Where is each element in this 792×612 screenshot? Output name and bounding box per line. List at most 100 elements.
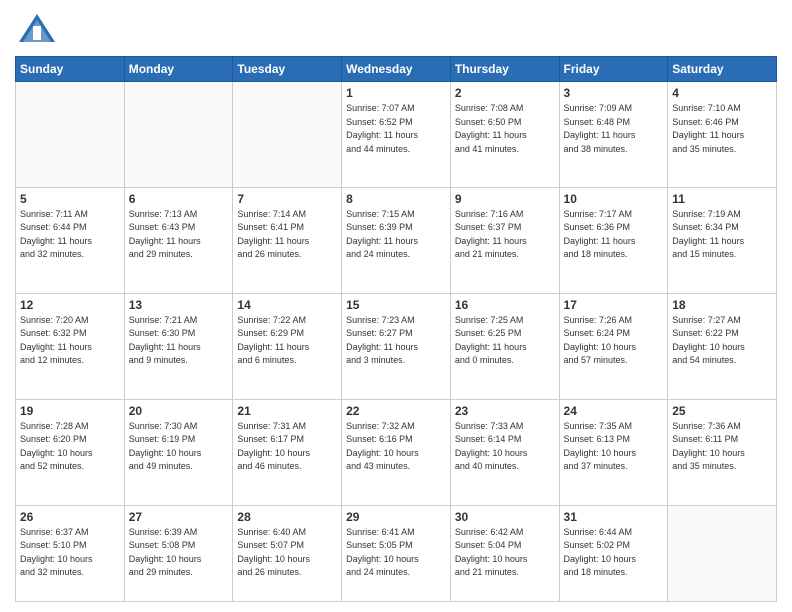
day-info: Sunrise: 7:17 AM Sunset: 6:36 PM Dayligh… — [564, 208, 664, 262]
day-info: Sunrise: 7:30 AM Sunset: 6:19 PM Dayligh… — [129, 420, 229, 474]
day-info: Sunrise: 7:26 AM Sunset: 6:24 PM Dayligh… — [564, 314, 664, 368]
calendar-day-cell — [124, 82, 233, 188]
calendar-day-cell: 20 Sunrise: 7:30 AM Sunset: 6:19 PM Dayli… — [124, 399, 233, 505]
day-info: Sunrise: 7:32 AM Sunset: 6:16 PM Dayligh… — [346, 420, 446, 474]
day-info: Sunrise: 7:14 AM Sunset: 6:41 PM Dayligh… — [237, 208, 337, 262]
calendar-day-cell: 31Sunrise: 6:44 AM Sunset: 5:02 PM Dayli… — [559, 505, 668, 601]
day-info: Sunrise: 7:13 AM Sunset: 6:43 PM Dayligh… — [129, 208, 229, 262]
day-of-week-header: Monday — [124, 57, 233, 82]
day-number: 13 — [129, 298, 229, 312]
calendar-day-cell: 16Sunrise: 7:25 AM Sunset: 6:25 PM Dayli… — [450, 293, 559, 399]
calendar-week-row: 26 Sunrise: 6:37 AM Sunset: 5:10 PM Dayli… — [16, 505, 777, 601]
calendar-day-cell: 10 Sunrise: 7:17 AM Sunset: 6:36 PM Dayli… — [559, 187, 668, 293]
day-number: 30 — [455, 510, 555, 524]
day-number: 23 — [455, 404, 555, 418]
calendar-day-cell: 13 Sunrise: 7:21 AM Sunset: 6:30 PM Dayli… — [124, 293, 233, 399]
day-info: Sunrise: 6:37 AM Sunset: 5:10 PM Dayligh… — [20, 526, 120, 580]
day-number: 14 — [237, 298, 337, 312]
calendar-day-cell: 24Sunrise: 7:35 AM Sunset: 6:13 PM Dayli… — [559, 399, 668, 505]
day-info: Sunrise: 6:40 AM Sunset: 5:07 PM Dayligh… — [237, 526, 337, 580]
day-info: Sunrise: 7:36 AM Sunset: 6:11 PM Dayligh… — [672, 420, 772, 474]
day-number: 3 — [564, 86, 664, 100]
day-info: Sunrise: 7:19 AM Sunset: 6:34 PM Dayligh… — [672, 208, 772, 262]
day-of-week-header: Tuesday — [233, 57, 342, 82]
day-of-week-header: Sunday — [16, 57, 125, 82]
day-of-week-header: Thursday — [450, 57, 559, 82]
calendar-day-cell: 26 Sunrise: 6:37 AM Sunset: 5:10 PM Dayli… — [16, 505, 125, 601]
day-number: 16 — [455, 298, 555, 312]
day-info: Sunrise: 7:15 AM Sunset: 6:39 PM Dayligh… — [346, 208, 446, 262]
calendar-day-cell: 8Sunrise: 7:15 AM Sunset: 6:39 PM Daylig… — [342, 187, 451, 293]
calendar-day-cell: 19 Sunrise: 7:28 AM Sunset: 6:20 PM Dayli… — [16, 399, 125, 505]
calendar-day-cell: 30 Sunrise: 6:42 AM Sunset: 5:04 PM Dayli… — [450, 505, 559, 601]
day-number: 25 — [672, 404, 772, 418]
calendar-day-cell: 18Sunrise: 7:27 AM Sunset: 6:22 PM Dayli… — [668, 293, 777, 399]
day-number: 17 — [564, 298, 664, 312]
logo-icon — [15, 10, 59, 48]
calendar-header-row: SundayMondayTuesdayWednesdayThursdayFrid… — [16, 57, 777, 82]
logo — [15, 10, 63, 48]
calendar-day-cell: 9 Sunrise: 7:16 AM Sunset: 6:37 PM Daylig… — [450, 187, 559, 293]
day-info: Sunrise: 7:27 AM Sunset: 6:22 PM Dayligh… — [672, 314, 772, 368]
calendar-day-cell — [16, 82, 125, 188]
calendar-day-cell: 27 Sunrise: 6:39 AM Sunset: 5:08 PM Dayli… — [124, 505, 233, 601]
calendar-week-row: 5Sunrise: 7:11 AM Sunset: 6:44 PM Daylig… — [16, 187, 777, 293]
day-number: 26 — [20, 510, 120, 524]
calendar-day-cell: 21 Sunrise: 7:31 AM Sunset: 6:17 PM Dayli… — [233, 399, 342, 505]
day-info: Sunrise: 7:08 AM Sunset: 6:50 PM Dayligh… — [455, 102, 555, 156]
calendar-day-cell: 7 Sunrise: 7:14 AM Sunset: 6:41 PM Daylig… — [233, 187, 342, 293]
calendar-day-cell: 5Sunrise: 7:11 AM Sunset: 6:44 PM Daylig… — [16, 187, 125, 293]
calendar: SundayMondayTuesdayWednesdayThursdayFrid… — [15, 56, 777, 602]
day-number: 1 — [346, 86, 446, 100]
day-number: 28 — [237, 510, 337, 524]
day-info: Sunrise: 7:07 AM Sunset: 6:52 PM Dayligh… — [346, 102, 446, 156]
day-info: Sunrise: 6:42 AM Sunset: 5:04 PM Dayligh… — [455, 526, 555, 580]
day-number: 5 — [20, 192, 120, 206]
calendar-day-cell: 17 Sunrise: 7:26 AM Sunset: 6:24 PM Dayli… — [559, 293, 668, 399]
calendar-day-cell: 6 Sunrise: 7:13 AM Sunset: 6:43 PM Daylig… — [124, 187, 233, 293]
day-of-week-header: Wednesday — [342, 57, 451, 82]
day-number: 11 — [672, 192, 772, 206]
calendar-day-cell: 12 Sunrise: 7:20 AM Sunset: 6:32 PM Dayli… — [16, 293, 125, 399]
calendar-day-cell: 2 Sunrise: 7:08 AM Sunset: 6:50 PM Daylig… — [450, 82, 559, 188]
day-number: 2 — [455, 86, 555, 100]
calendar-day-cell — [668, 505, 777, 601]
calendar-day-cell: 4 Sunrise: 7:10 AM Sunset: 6:46 PM Daylig… — [668, 82, 777, 188]
day-info: Sunrise: 6:41 AM Sunset: 5:05 PM Dayligh… — [346, 526, 446, 580]
calendar-day-cell: 29Sunrise: 6:41 AM Sunset: 5:05 PM Dayli… — [342, 505, 451, 601]
day-number: 20 — [129, 404, 229, 418]
day-number: 7 — [237, 192, 337, 206]
day-number: 12 — [20, 298, 120, 312]
day-number: 15 — [346, 298, 446, 312]
day-number: 4 — [672, 86, 772, 100]
day-info: Sunrise: 7:10 AM Sunset: 6:46 PM Dayligh… — [672, 102, 772, 156]
day-info: Sunrise: 6:44 AM Sunset: 5:02 PM Dayligh… — [564, 526, 664, 580]
day-of-week-header: Saturday — [668, 57, 777, 82]
calendar-day-cell: 11 Sunrise: 7:19 AM Sunset: 6:34 PM Dayli… — [668, 187, 777, 293]
calendar-week-row: 1 Sunrise: 7:07 AM Sunset: 6:52 PM Daylig… — [16, 82, 777, 188]
day-info: Sunrise: 6:39 AM Sunset: 5:08 PM Dayligh… — [129, 526, 229, 580]
calendar-week-row: 12 Sunrise: 7:20 AM Sunset: 6:32 PM Dayli… — [16, 293, 777, 399]
day-number: 27 — [129, 510, 229, 524]
page: SundayMondayTuesdayWednesdayThursdayFrid… — [0, 0, 792, 612]
calendar-day-cell: 15Sunrise: 7:23 AM Sunset: 6:27 PM Dayli… — [342, 293, 451, 399]
day-number: 9 — [455, 192, 555, 206]
calendar-day-cell: 23 Sunrise: 7:33 AM Sunset: 6:14 PM Dayli… — [450, 399, 559, 505]
day-number: 6 — [129, 192, 229, 206]
header — [15, 10, 777, 48]
day-info: Sunrise: 7:16 AM Sunset: 6:37 PM Dayligh… — [455, 208, 555, 262]
day-info: Sunrise: 7:35 AM Sunset: 6:13 PM Dayligh… — [564, 420, 664, 474]
day-number: 19 — [20, 404, 120, 418]
day-number: 10 — [564, 192, 664, 206]
calendar-day-cell: 28 Sunrise: 6:40 AM Sunset: 5:07 PM Dayli… — [233, 505, 342, 601]
day-number: 22 — [346, 404, 446, 418]
day-of-week-header: Friday — [559, 57, 668, 82]
day-info: Sunrise: 7:21 AM Sunset: 6:30 PM Dayligh… — [129, 314, 229, 368]
day-info: Sunrise: 7:20 AM Sunset: 6:32 PM Dayligh… — [20, 314, 120, 368]
day-info: Sunrise: 7:28 AM Sunset: 6:20 PM Dayligh… — [20, 420, 120, 474]
day-info: Sunrise: 7:33 AM Sunset: 6:14 PM Dayligh… — [455, 420, 555, 474]
day-info: Sunrise: 7:31 AM Sunset: 6:17 PM Dayligh… — [237, 420, 337, 474]
day-info: Sunrise: 7:22 AM Sunset: 6:29 PM Dayligh… — [237, 314, 337, 368]
day-number: 21 — [237, 404, 337, 418]
calendar-week-row: 19 Sunrise: 7:28 AM Sunset: 6:20 PM Dayli… — [16, 399, 777, 505]
